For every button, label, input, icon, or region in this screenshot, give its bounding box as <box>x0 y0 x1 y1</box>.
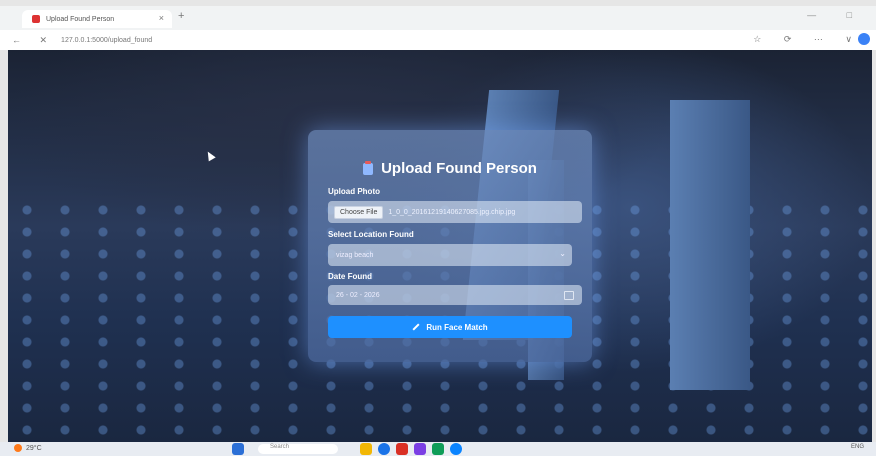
browser-icon[interactable] <box>378 443 390 455</box>
date-found-label: Date Found <box>328 272 372 281</box>
tab-title: Upload Found Person <box>46 15 115 23</box>
profile-icon[interactable] <box>858 33 870 45</box>
window-controls[interactable]: — □ <box>807 10 866 20</box>
page-title: Upload Found Person <box>308 160 592 177</box>
pillar-right <box>670 100 750 390</box>
choose-file-button[interactable]: Choose File <box>334 205 384 219</box>
selected-file-name: 1_0_0_20161219140627085.jpg.chip.jpg <box>388 208 516 216</box>
clipboard-icon <box>363 160 374 175</box>
mouse-cursor-icon <box>204 149 216 162</box>
browser-chrome: Upload Found Person × + — □ ← ✕ 127.0.0.… <box>0 6 876 50</box>
brush-icon <box>412 323 420 331</box>
page-background: Upload Found Person Upload Photo Choose … <box>8 50 872 442</box>
browser-tab[interactable]: Upload Found Person × <box>22 10 172 28</box>
location-value: vizag beach <box>336 251 374 259</box>
photo-file-input[interactable]: Choose File 1_0_0_20161219140627085.jpg.… <box>328 201 582 223</box>
pinned-apps <box>360 443 468 455</box>
new-tab-icon[interactable]: + <box>178 10 184 22</box>
toolbar-icons[interactable]: ☆ ⟳ ⋯ ∨ <box>753 34 862 45</box>
run-face-match-button[interactable]: Run Face Match <box>328 316 572 338</box>
teams-icon[interactable] <box>414 443 426 455</box>
address-bar[interactable]: ← ✕ 127.0.0.1:5000/upload_found ☆ ⟳ ⋯ ∨ <box>0 30 876 50</box>
calendar-icon[interactable] <box>564 291 574 300</box>
url-text[interactable]: 127.0.0.1:5000/upload_found <box>61 37 152 44</box>
location-select[interactable]: vizag beach ⌄ <box>328 244 572 266</box>
system-tray[interactable]: ENG <box>851 444 864 450</box>
page-title-text: Upload Found Person <box>381 160 537 177</box>
location-label: Select Location Found <box>328 230 414 239</box>
taskbar-apps <box>232 443 250 455</box>
favicon-icon <box>32 15 40 23</box>
mail-icon[interactable] <box>396 443 408 455</box>
weather-widget[interactable]: 29°C <box>14 444 42 452</box>
start-icon[interactable] <box>232 443 244 455</box>
date-found-input[interactable]: 26 - 02 - 2026 <box>328 285 582 305</box>
taskbar-search[interactable]: Search <box>258 444 338 454</box>
date-value: 26 - 02 - 2026 <box>336 291 380 299</box>
sun-icon <box>14 444 22 452</box>
weather-text: 29°C <box>26 444 42 452</box>
nav-buttons-icon[interactable]: ← ✕ <box>12 35 55 46</box>
file-explorer-icon[interactable] <box>360 443 372 455</box>
taskbar: 29°C Search ENG <box>0 442 876 456</box>
close-tab-icon[interactable]: × <box>159 13 164 23</box>
tab-bar: Upload Found Person × + — □ <box>0 6 876 28</box>
upload-form-card: Upload Found Person Upload Photo Choose … <box>308 130 592 362</box>
vscode-icon[interactable] <box>450 443 462 455</box>
run-face-match-label: Run Face Match <box>426 322 488 332</box>
app-icon[interactable] <box>432 443 444 455</box>
chevron-down-icon: ⌄ <box>559 249 566 258</box>
upload-photo-label: Upload Photo <box>328 187 380 196</box>
